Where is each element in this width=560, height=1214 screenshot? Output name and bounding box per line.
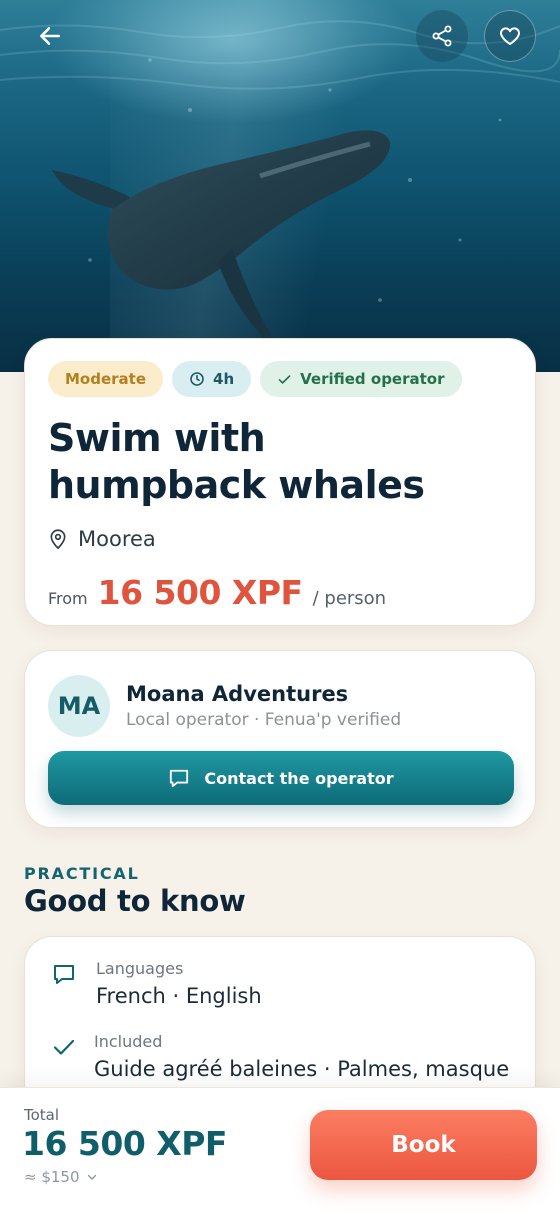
verified-badge: Verified operator	[260, 361, 462, 397]
arrow-left-icon	[40, 27, 60, 45]
difficulty-badge: Moderate	[48, 361, 164, 397]
info-label: Included	[94, 1032, 163, 1051]
price-unit: / person	[312, 588, 387, 609]
check-icon	[278, 374, 291, 384]
total-label: Total	[24, 1106, 60, 1124]
info-row-included: Included Guide agréé baleines · Palmes, …	[52, 1032, 510, 1081]
section-eyebrow: PRACTICAL	[24, 864, 140, 883]
duration-label: 4h	[213, 370, 235, 388]
booking-bar: Total 16 500 XPF ≈ $150 Book	[0, 1087, 560, 1214]
contact-operator-label: Contact the operator	[204, 768, 394, 788]
clock-icon	[190, 372, 204, 386]
info-value: Guide agréé baleines · Palmes, masque	[94, 1057, 510, 1081]
info-label: Languages	[96, 959, 184, 978]
operator-card: MA Moana Adventures Local operator · Fen…	[24, 650, 536, 828]
info-row-languages: Languages French · English	[52, 959, 508, 1008]
duration-badge: 4h	[172, 361, 252, 397]
section-title: Good to know	[24, 884, 246, 918]
difficulty-label: Moderate	[65, 370, 147, 388]
favorite-button[interactable]	[484, 10, 536, 62]
map-pin-icon	[50, 529, 66, 550]
activity-title: Swim with humpback whales	[48, 416, 425, 507]
operator-name: Moana Adventures	[126, 682, 349, 706]
contact-operator-button[interactable]: Contact the operator	[48, 751, 514, 805]
operator-header[interactable]: MA Moana Adventures Local operator · Fen…	[48, 675, 512, 737]
operator-avatar: MA	[48, 675, 110, 737]
whale-illustration	[0, 20, 560, 341]
share-button[interactable]	[416, 10, 468, 62]
share-icon	[432, 25, 452, 47]
price-row: From 16 500 XPF / person	[48, 573, 512, 612]
activity-summary-card: Moderate 4h Verified operator Swim with …	[24, 338, 536, 626]
location-label: Moorea	[78, 527, 156, 551]
book-button[interactable]: Book	[310, 1110, 537, 1180]
price-amount: 16 500 XPF	[97, 573, 303, 612]
operator-subtitle: Local operator · Fenua'p verified	[126, 710, 402, 730]
currency-approx-label: ≈ $150	[24, 1168, 80, 1186]
location: Moorea	[48, 527, 512, 551]
tag-list: Moderate 4h Verified operator	[48, 361, 512, 397]
hero-image	[0, 0, 560, 372]
chat-bubble-icon	[54, 965, 74, 984]
currency-approx-toggle[interactable]: ≈ $150	[24, 1168, 98, 1186]
total-amount: 16 500 XPF	[22, 1124, 227, 1163]
back-button[interactable]	[24, 10, 76, 62]
verified-label: Verified operator	[300, 370, 445, 388]
chevron-down-icon	[87, 1174, 96, 1180]
price-prefix: From	[48, 589, 88, 608]
check-icon	[53, 1039, 75, 1055]
chat-bubble-icon	[170, 769, 189, 788]
heart-icon	[500, 27, 520, 45]
info-value: French · English	[96, 984, 262, 1008]
